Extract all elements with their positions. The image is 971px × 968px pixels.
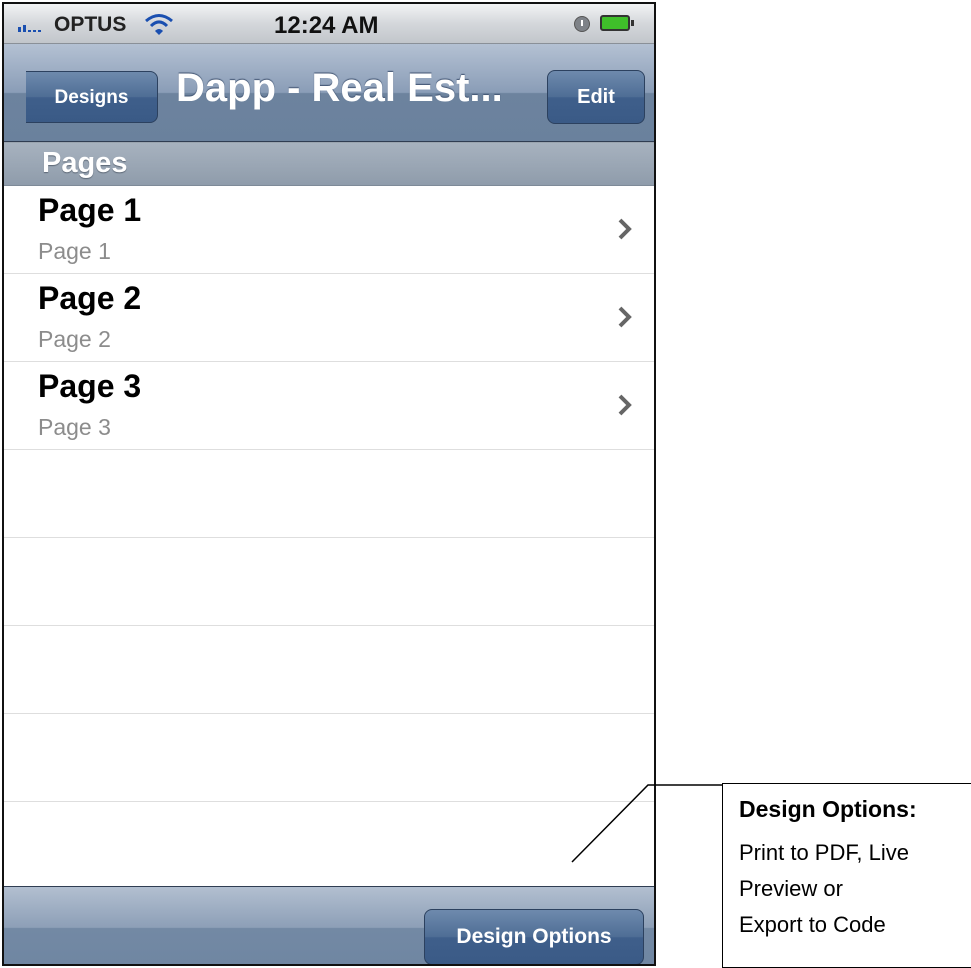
alarm-clock-icon [574,16,590,32]
list-item-subtitle: Page 1 [38,238,111,264]
designs-back-button[interactable]: Designs [26,71,158,123]
status-bar: OPTUS 12:24 AM [4,4,654,44]
back-button-label: Designs [54,87,129,108]
edit-button[interactable]: Edit [547,70,645,124]
empty-row [4,450,654,538]
pages-list: Page 1 Page 1 Page 2 Page 2 Page 3 Page … [4,186,654,890]
chevron-right-icon [618,218,632,240]
section-header-label: Pages [42,147,128,179]
bottom-toolbar: Design Options [4,886,654,964]
callout-title: Design Options: [739,796,917,822]
signal-strength-icon [18,25,41,32]
list-item-subtitle: Page 2 [38,326,111,352]
chevron-right-icon [618,394,632,416]
callout-line-1: Print to PDF, Live [739,840,909,865]
chevron-right-icon [618,306,632,328]
page-title: Dapp - Real Est... [176,66,503,110]
list-item-subtitle: Page 3 [38,414,111,440]
list-item-title: Page 2 [38,280,142,316]
list-item-title: Page 3 [38,368,142,404]
list-item-page-3[interactable]: Page 3 Page 3 [4,362,654,450]
empty-row [4,538,654,626]
list-item-page-2[interactable]: Page 2 Page 2 [4,274,654,362]
clock-time: 12:24 AM [274,12,379,39]
callout-line-2: Preview or [739,876,843,901]
list-item-title: Page 1 [38,192,142,228]
design-options-button[interactable]: Design Options [424,909,644,964]
section-header: Pages [4,142,654,186]
navigation-bar: Designs Dapp - Real Est... Edit [4,44,654,142]
design-options-callout: Design Options: Print to PDF, Live Previ… [722,783,971,968]
empty-row [4,626,654,714]
carrier-name: OPTUS [54,13,127,36]
battery-icon [600,15,634,31]
wifi-icon [145,14,173,35]
empty-row [4,802,654,890]
callout-line-3: Export to Code [739,912,886,937]
list-item-page-1[interactable]: Page 1 Page 1 [4,186,654,274]
iphone-screen: OPTUS 12:24 AM Designs Dapp - Real Est..… [2,2,656,966]
empty-row [4,714,654,802]
